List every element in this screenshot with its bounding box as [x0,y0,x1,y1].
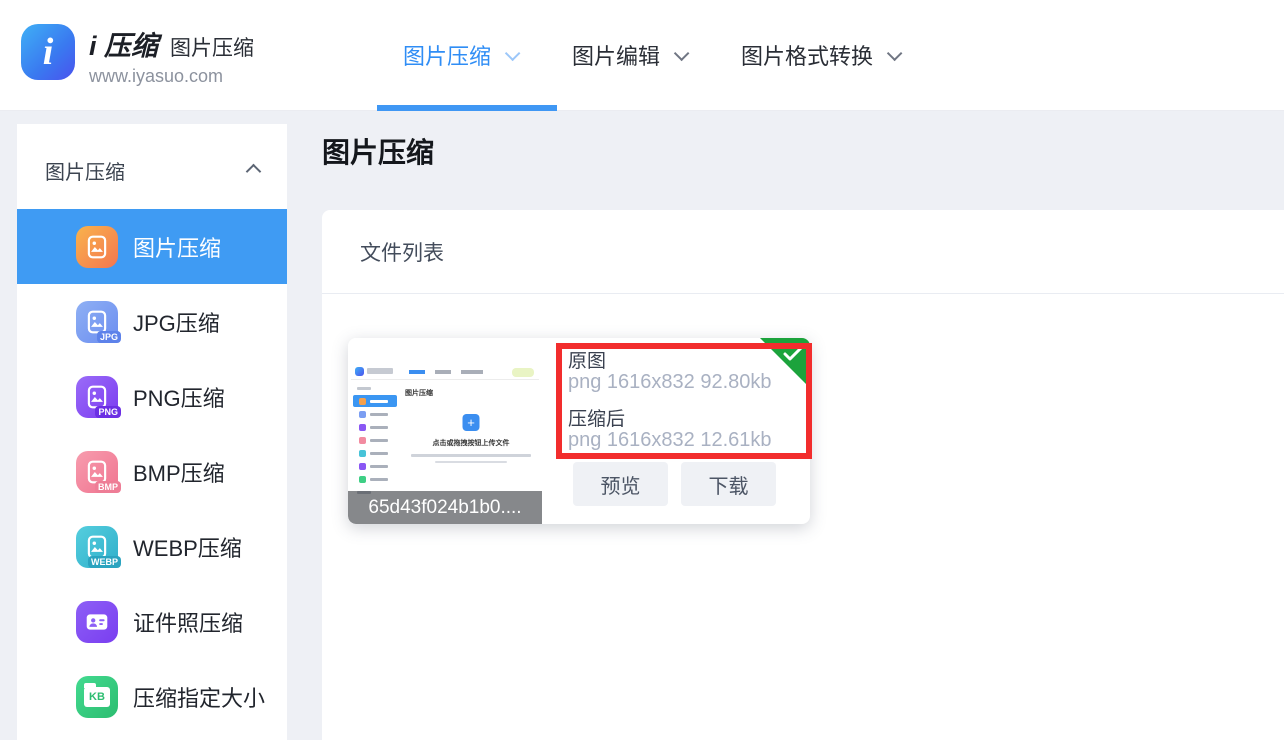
nav-tab-format-convert[interactable]: 图片格式转换 [741,39,898,71]
id-photo-icon [76,601,118,643]
chevron-down-icon [887,45,903,61]
jpg-compress-icon: JPG [76,301,118,343]
file-item-card: 图片压缩 + 点击或拖拽按钮上传文件 65d43f024b1b0.... 原图 … [348,338,810,524]
nav-tab-label: 图片格式转换 [741,39,873,71]
sidebar-item-label: 证件照压缩 [133,606,243,638]
top-nav: 图片压缩 图片编辑 图片格式转换 [403,0,898,110]
sidebar-section-title: 图片压缩 [45,156,125,185]
sidebar-item-target-size-compress[interactable]: KB 压缩指定大小 [17,659,287,734]
sidebar-item-jpg-compress[interactable]: JPG JPG压缩 [17,284,287,359]
brand-name: i 压缩 [89,24,158,63]
mini-text-bar [435,461,507,463]
sidebar-section-toggle[interactable]: 图片压缩 [17,124,287,209]
site-url: www.iyasuo.com [89,66,254,87]
mini-upload-area: 图片压缩 + 点击或拖拽按钮上传文件 [405,382,537,488]
file-thumbnail[interactable]: 图片压缩 + 点击或拖拽按钮上传文件 65d43f024b1b0.... [348,338,542,524]
compressed-meta: png 1616x832 12.61kb [568,429,772,452]
chevron-down-icon [505,45,521,61]
page-title: 图片压缩 [322,131,434,171]
nav-tab-image-compress[interactable]: 图片压缩 [403,39,516,71]
brand-suffix: 图片压缩 [170,32,254,62]
compressed-label: 压缩后 [568,404,625,431]
sidebar-item-webp-compress[interactable]: WEBP WEBP压缩 [17,509,287,584]
sidebar-item-label: WEBP压缩 [133,531,242,563]
sidebar-item-png-compress[interactable]: PNG PNG压缩 [17,359,287,434]
mini-text-bar [411,454,531,457]
mini-logo-text [367,368,393,374]
sidebar-item-bmp-compress[interactable]: BMP BMP压缩 [17,434,287,509]
bmp-badge: BMP [95,481,121,493]
original-label: 原图 [568,346,606,373]
corner-triangle [760,338,810,388]
kb-badge: KB [89,691,105,703]
png-badge: PNG [95,406,121,418]
sidebar: 图片压缩 图片压缩 JPG JPG压缩 PNG PNG压缩 BMP BMP压缩 [17,124,287,740]
sidebar-item-label: BMP压缩 [133,456,225,488]
file-name-overlay: 65d43f024b1b0.... [348,491,542,524]
png-compress-icon: PNG [76,376,118,418]
chevron-up-icon [246,164,262,180]
panel-title: 文件列表 [322,210,1284,294]
active-tab-underline [377,105,557,111]
sidebar-item-label: JPG压缩 [133,306,220,338]
sidebar-item-image-compress[interactable]: 图片压缩 [17,209,287,284]
mini-upload-plus-icon: + [463,414,480,431]
download-button[interactable]: 下载 [681,462,776,506]
sidebar-item-label: 压缩指定大小 [133,681,265,713]
nav-tab-label: 图片压缩 [403,39,491,71]
mini-nav-item [461,370,483,374]
webp-compress-icon: WEBP [76,526,118,568]
sidebar-item-label: 图片压缩 [133,231,221,263]
sidebar-item-label: PNG压缩 [133,381,225,413]
mini-logo [355,367,364,376]
mini-page-title: 图片压缩 [405,390,433,397]
logo-text: i 压缩 图片压缩 www.iyasuo.com [89,24,254,87]
logo-icon: i [21,24,75,80]
sidebar-item-idphoto-compress[interactable]: 证件照压缩 [17,584,287,659]
top-header: i i 压缩 图片压缩 www.iyasuo.com 图片压缩 图片编辑 图片格… [0,0,1284,111]
file-list-panel: 文件列表 [322,210,1284,740]
nav-tab-label: 图片编辑 [572,39,660,71]
mini-nav-item [435,370,451,374]
jpg-badge: JPG [97,331,121,343]
mini-nav-active [409,370,425,374]
chevron-down-icon [674,45,690,61]
original-meta: png 1616x832 92.80kb [568,371,772,394]
bmp-compress-icon: BMP [76,451,118,493]
thumbnail-mini-screenshot: 图片压缩 + 点击或拖拽按钮上传文件 [351,364,539,488]
success-corner-ribbon [760,338,810,388]
mini-action-pill [512,368,534,377]
site-logo[interactable]: i i 压缩 图片压缩 www.iyasuo.com [21,24,254,87]
image-compress-icon [76,226,118,268]
mini-sidebar [351,381,399,488]
nav-tab-image-edit[interactable]: 图片编辑 [572,39,685,71]
kb-size-icon: KB [76,676,118,718]
webp-badge: WEBP [88,556,121,568]
preview-button[interactable]: 预览 [573,462,668,506]
check-icon [783,347,803,361]
mini-upload-caption: 点击或拖拽按钮上传文件 [405,438,537,448]
